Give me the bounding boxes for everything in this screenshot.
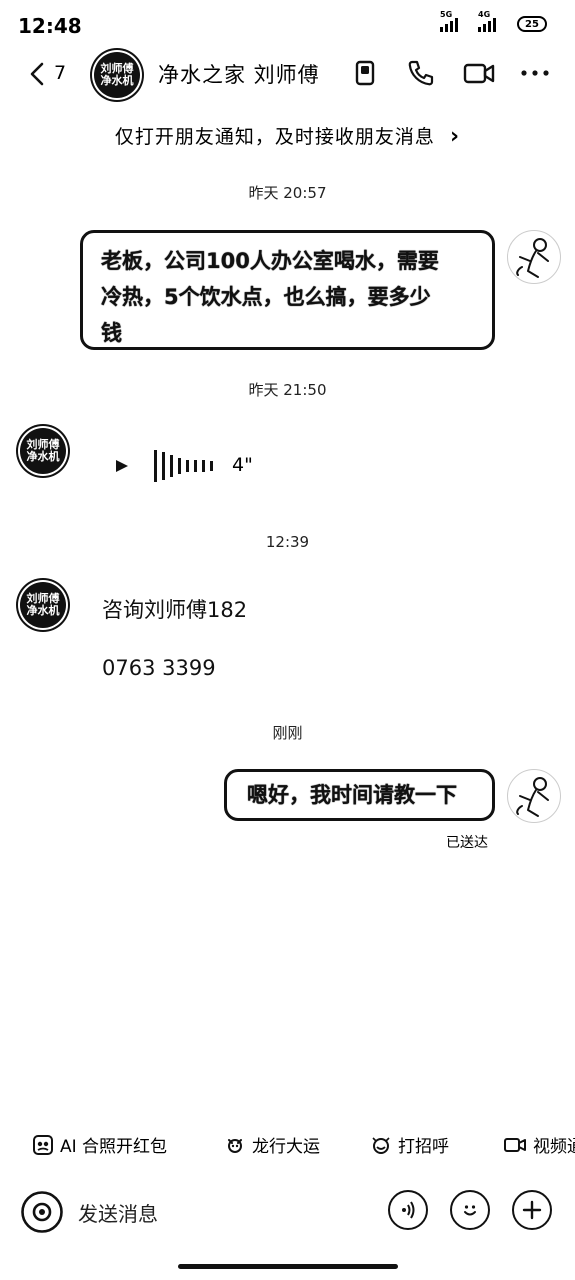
message-bubble-outgoing[interactable]: 嗯好，我时间请教一下 [224, 769, 495, 821]
emoji-button[interactable] [450, 1190, 490, 1230]
plus-icon [522, 1200, 542, 1220]
quick-action-label: AI 合照开红包 [60, 1137, 168, 1157]
avatar-text-line: 净水机 [26, 604, 60, 617]
status-time: 12:48 [18, 14, 82, 38]
back-arrow-icon[interactable] [24, 58, 56, 90]
voice-input-button[interactable] [20, 1190, 64, 1234]
my-avatar[interactable] [507, 769, 561, 823]
quick-action-label: 打招呼 [398, 1137, 449, 1157]
add-attachment-button[interactable] [512, 1190, 552, 1230]
message-text-line: 钱 [101, 321, 122, 345]
quick-action-ai-photo[interactable]: AI 合照开红包 [32, 1132, 167, 1157]
quick-action-label: 视频通话 [533, 1137, 575, 1157]
message-text-incoming[interactable]: 0763 3399 [102, 656, 216, 680]
notification-tip-text: 仅打开朋友通知，及时接收朋友消息 [114, 126, 435, 148]
message-timestamp: 12:39 [265, 533, 310, 551]
notification-tip[interactable]: 仅打开朋友通知，及时接收朋友消息 › [0, 122, 575, 149]
message-bubble-outgoing[interactable]: 老板，公司100人办公室喝水，需要 冷热，5个饮水点，也么搞，要多少 钱 [80, 230, 495, 350]
chevron-right-icon: › [449, 124, 461, 149]
video-call-icon[interactable] [462, 56, 496, 90]
wave-icon [372, 1136, 390, 1154]
audio-input-button[interactable] [388, 1190, 428, 1230]
quick-action-label: 龙行大运 [252, 1137, 320, 1157]
message-timestamp: 昨天 21:50 [248, 381, 327, 399]
more-options-icon[interactable] [518, 56, 552, 90]
home-indicator[interactable] [178, 1264, 398, 1269]
message-text-line: 冷热，5个饮水点，也么搞，要多少 [101, 285, 431, 309]
message-text-line: 老板，公司100人办公室喝水，需要 [101, 249, 439, 273]
avatar-text-line: 净水机 [26, 450, 60, 463]
message-timestamp: 昨天 20:57 [248, 184, 327, 202]
sketch-figure-icon [516, 777, 549, 817]
voice-call-icon[interactable] [404, 56, 438, 90]
quick-action-dragon[interactable]: 龙行大运 [224, 1132, 320, 1157]
signal-4g-icon: 4G [478, 10, 496, 32]
my-avatar[interactable] [507, 230, 561, 284]
contact-avatar[interactable]: 刘师傅 净水机 [18, 426, 68, 476]
unread-count: 7 [54, 62, 67, 84]
sound-wave-icon [402, 1201, 415, 1219]
emoji-icon [464, 1205, 476, 1216]
dragon-icon [228, 1138, 242, 1153]
play-icon [116, 460, 128, 472]
quick-actions-bar: AI 合照开红包 龙行大运 打招呼 视频通话 [0, 1120, 575, 1170]
message-input[interactable]: 发送消息 [78, 1198, 158, 1227]
quick-action-greet[interactable]: 打招呼 [370, 1132, 449, 1157]
avatar-text-line: 净水机 [100, 74, 134, 87]
message-timestamp: 刚刚 [272, 724, 303, 742]
battery-icon: 25 [517, 16, 547, 32]
ai-photo-icon [33, 1134, 53, 1155]
delivery-status: 已送达 [446, 835, 488, 851]
contact-avatar[interactable]: 刘师傅 净水机 [92, 50, 142, 100]
contact-avatar[interactable]: 刘师傅 净水机 [18, 580, 68, 630]
voice-duration: 4" [232, 454, 253, 476]
quick-action-video[interactable]: 视频通话 [503, 1132, 575, 1157]
signal-5g-icon: 5G [440, 10, 458, 32]
sketch-figure-icon [516, 238, 549, 278]
message-text-incoming[interactable]: 咨询刘师傅182 [102, 594, 247, 624]
chat-title[interactable]: 净水之家 刘师傅 [158, 59, 320, 89]
video-icon [504, 1137, 526, 1152]
phone-card-icon[interactable] [348, 56, 382, 90]
